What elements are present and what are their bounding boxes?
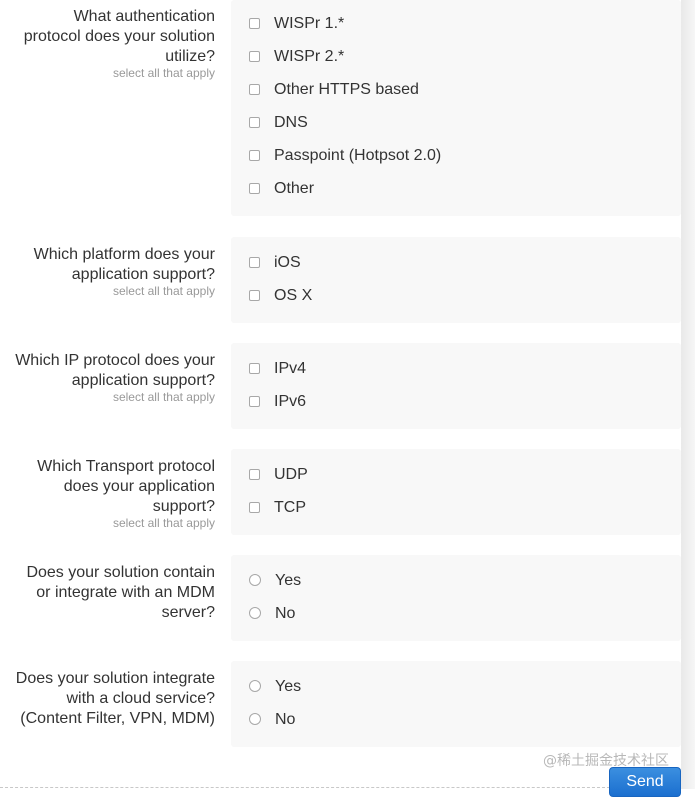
checkbox[interactable] — [249, 149, 260, 161]
options-panel: IPv4 IPv6 — [231, 343, 681, 429]
option-other-https[interactable]: Other HTTPS based — [249, 78, 419, 102]
option-ios[interactable]: iOS — [249, 251, 301, 275]
options-panel: Yes No — [231, 661, 681, 747]
option-cloud-yes[interactable]: Yes — [249, 675, 301, 699]
option-label: UDP — [274, 466, 308, 483]
option-mdm-no[interactable]: No — [249, 602, 295, 626]
checkbox[interactable] — [249, 17, 260, 29]
question-text: Does your solution integrate with a clou… — [15, 670, 215, 727]
radio-button[interactable] — [249, 574, 261, 586]
option-passpoint[interactable]: Passpoint (Hotpsot 2.0) — [249, 144, 441, 168]
divider — [0, 787, 610, 788]
question-hint: select all that apply — [112, 516, 215, 530]
checkbox[interactable] — [249, 395, 260, 407]
window-edge-shadow — [681, 0, 695, 789]
option-label: iOS — [274, 254, 301, 271]
question-text: Which IP protocol does your application … — [15, 352, 215, 389]
options-panel: WISPr 1.* WISPr 2.* Other HTTPS based DN… — [231, 0, 681, 216]
question-text: What authentication protocol does your s… — [23, 8, 215, 65]
option-label: No — [275, 711, 296, 728]
question-label: Which Transport protocol does your appli… — [0, 457, 215, 531]
question-text: Which Transport protocol does your appli… — [37, 458, 215, 515]
checkbox[interactable] — [249, 116, 260, 128]
checkbox[interactable] — [249, 83, 260, 95]
question-label: Which IP protocol does your application … — [0, 351, 215, 405]
question-hint: select all that apply — [112, 66, 215, 80]
checkbox[interactable] — [249, 289, 260, 301]
option-dns[interactable]: DNS — [249, 111, 308, 135]
options-panel: UDP TCP — [231, 449, 681, 535]
option-label: DNS — [274, 114, 308, 131]
option-label: Other — [274, 180, 315, 197]
options-panel: iOS OS X — [231, 237, 681, 323]
option-wispr-1[interactable]: WISPr 1.* — [249, 12, 344, 36]
option-label: No — [275, 605, 296, 622]
option-wispr-2[interactable]: WISPr 2.* — [249, 45, 344, 69]
option-label: WISPr 1.* — [274, 15, 345, 32]
question-text: Which platform does your application sup… — [33, 246, 215, 283]
radio-button[interactable] — [249, 680, 261, 692]
question-label: Does your solution integrate with a clou… — [0, 669, 215, 729]
option-label: Other HTTPS based — [274, 81, 419, 98]
question-text: Does your solution contain or integrate … — [26, 564, 215, 621]
question-label: Which platform does your application sup… — [0, 245, 215, 299]
send-button[interactable]: Send — [609, 767, 681, 797]
question-hint: select all that apply — [112, 284, 215, 298]
checkbox[interactable] — [249, 50, 260, 62]
checkbox[interactable] — [249, 362, 260, 374]
checkbox[interactable] — [249, 468, 260, 480]
option-label: IPv6 — [274, 393, 307, 410]
option-label: Yes — [275, 572, 302, 589]
option-os-x[interactable]: OS X — [249, 284, 312, 308]
question-hint: select all that apply — [112, 390, 215, 404]
checkbox[interactable] — [249, 182, 260, 194]
options-panel: Yes No — [231, 555, 681, 641]
checkbox[interactable] — [249, 501, 260, 513]
option-label: IPv4 — [274, 360, 307, 377]
radio-button[interactable] — [249, 713, 261, 725]
option-other[interactable]: Other — [249, 177, 314, 201]
option-label: Passpoint (Hotpsot 2.0) — [274, 147, 442, 164]
option-tcp[interactable]: TCP — [249, 496, 306, 520]
radio-button[interactable] — [249, 607, 261, 619]
option-ipv6[interactable]: IPv6 — [249, 390, 306, 414]
option-label: OS X — [274, 287, 313, 304]
option-cloud-no[interactable]: No — [249, 708, 295, 732]
option-ipv4[interactable]: IPv4 — [249, 357, 306, 381]
checkbox[interactable] — [249, 256, 260, 268]
option-label: Yes — [275, 678, 302, 695]
question-label: Does your solution contain or integrate … — [0, 563, 215, 623]
option-label: WISPr 2.* — [274, 48, 345, 65]
option-mdm-yes[interactable]: Yes — [249, 569, 301, 593]
option-udp[interactable]: UDP — [249, 463, 308, 487]
question-label: What authentication protocol does your s… — [0, 7, 215, 81]
option-label: TCP — [274, 499, 306, 516]
